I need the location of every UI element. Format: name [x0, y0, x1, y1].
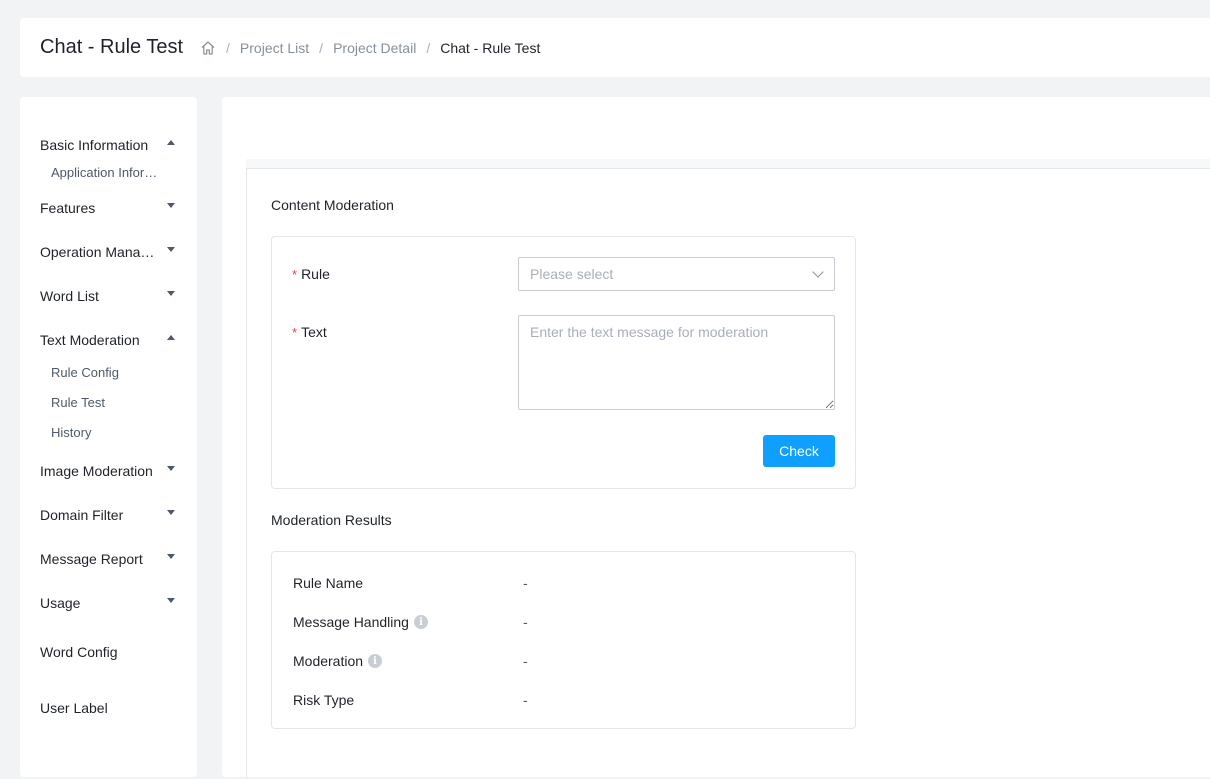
main-panel: Content Moderation * Rule Please select *… — [222, 97, 1210, 779]
content-moderation-title: Content Moderation — [271, 197, 394, 213]
sidebar-subitem-rule-test[interactable]: Rule Test — [20, 387, 197, 417]
breadcrumb-project-list[interactable]: Project List — [240, 40, 309, 56]
caret-down-icon — [167, 291, 175, 296]
result-label: Message Handling — [293, 614, 409, 630]
result-label: Moderation — [293, 653, 364, 669]
sidebar-subitem-label: Application Information — [51, 164, 163, 180]
required-mark: * — [292, 325, 298, 340]
tabs-strip — [246, 159, 1210, 169]
info-icon[interactable]: i — [413, 615, 428, 629]
chevron-down-icon — [812, 266, 824, 278]
rule-select-placeholder: Please select — [530, 266, 614, 282]
breadcrumb: / Project List / Project Detail / Chat -… — [200, 40, 540, 56]
caret-down-icon — [167, 554, 175, 559]
moderation-results-title: Moderation Results — [271, 512, 392, 528]
sidebar-subitem-rule-config[interactable]: Rule Config — [20, 357, 197, 387]
result-row-message-handling: Message Handling i - — [293, 614, 833, 634]
rule-field-label: * Rule — [292, 266, 330, 282]
sidebar-item-label: User Label — [40, 700, 108, 716]
sidebar-group-basic-information: Basic Information Application Informatio… — [20, 133, 197, 187]
rule-select[interactable]: Please select — [518, 257, 835, 291]
caret-up-icon — [167, 140, 175, 145]
caret-down-icon — [167, 466, 175, 471]
page-title: Chat - Rule Test — [40, 36, 184, 58]
text-field-label: * Text — [292, 324, 327, 340]
moderation-form-card: *Rule Please select *Text Check — [271, 236, 856, 489]
caret-up-icon — [167, 335, 175, 340]
result-value: - — [523, 614, 528, 630]
sidebar-item-message-report[interactable]: Message Report — [20, 547, 197, 571]
result-value: - — [523, 575, 528, 591]
sidebar-item-label: Text Moderation — [40, 332, 140, 348]
required-mark: * — [292, 267, 298, 282]
breadcrumb-separator: / — [226, 39, 230, 56]
result-row-moderation: Moderation i - — [293, 653, 833, 673]
sidebar-item-word-list[interactable]: Word List — [20, 284, 197, 308]
sidebar: Basic Information Application Informatio… — [20, 97, 197, 777]
sidebar-item-label: Domain Filter — [40, 507, 124, 523]
result-label: Risk Type — [293, 692, 355, 708]
info-icon[interactable]: i — [368, 654, 383, 668]
breadcrumb-project-detail[interactable]: Project Detail — [333, 40, 416, 56]
sidebar-item-label: Operation Management — [40, 244, 160, 260]
result-value: - — [523, 653, 528, 669]
text-message-input[interactable] — [518, 315, 835, 410]
sidebar-item-operation-management[interactable]: Operation Management — [20, 240, 197, 264]
sidebar-item-user-label[interactable]: User Label — [20, 696, 197, 720]
caret-down-icon — [167, 598, 175, 603]
sidebar-item-label: Usage — [40, 595, 81, 611]
caret-down-icon — [167, 203, 175, 208]
sidebar-item-basic-information[interactable]: Basic Information — [20, 133, 197, 157]
result-label: Rule Name — [293, 575, 364, 591]
page-header: Chat - Rule Test / Project List / Projec… — [20, 18, 1210, 77]
breadcrumb-current: Chat - Rule Test — [440, 39, 541, 56]
sidebar-item-label: Message Report — [40, 551, 143, 567]
sidebar-item-label: Image Moderation — [40, 463, 153, 479]
sidebar-subitem-label: Rule Config — [51, 364, 119, 380]
sidebar-item-label: Word List — [40, 288, 99, 304]
result-label-wrap: Moderation i — [293, 653, 383, 669]
sidebar-item-usage[interactable]: Usage — [20, 591, 197, 615]
sidebar-item-label: Word Config — [40, 644, 118, 660]
caret-down-icon — [167, 510, 175, 515]
text-label-text: Text — [301, 324, 327, 340]
sidebar-item-text-moderation[interactable]: Text Moderation — [20, 328, 197, 352]
content-divider — [246, 169, 247, 779]
sidebar-subitem-label: Rule Test — [51, 394, 105, 410]
sidebar-item-label: Features — [40, 200, 96, 216]
caret-down-icon — [167, 247, 175, 252]
breadcrumb-separator: / — [426, 39, 431, 56]
result-value: - — [523, 692, 528, 708]
sidebar-item-word-config[interactable]: Word Config — [20, 640, 197, 664]
breadcrumb-separator: / — [319, 39, 324, 56]
rule-label-text: Rule — [301, 266, 330, 282]
sidebar-subitem-application-information[interactable]: Application Information — [20, 157, 197, 187]
result-label-wrap: Message Handling i — [293, 614, 428, 630]
check-button[interactable]: Check — [763, 435, 835, 467]
result-row-risk-type: Risk Type - — [293, 692, 833, 712]
moderation-results-card: Rule Name - Message Handling i - Moderat… — [271, 551, 856, 729]
sidebar-item-features[interactable]: Features — [20, 196, 197, 220]
home-icon[interactable] — [200, 40, 216, 56]
sidebar-subitem-history[interactable]: History — [20, 417, 197, 447]
sidebar-item-label: Basic Information — [40, 137, 149, 153]
sidebar-subitem-label: History — [51, 424, 92, 440]
sidebar-item-image-moderation[interactable]: Image Moderation — [20, 459, 197, 483]
sidebar-item-domain-filter[interactable]: Domain Filter — [20, 503, 197, 527]
result-row-rule-name: Rule Name - — [293, 575, 833, 595]
